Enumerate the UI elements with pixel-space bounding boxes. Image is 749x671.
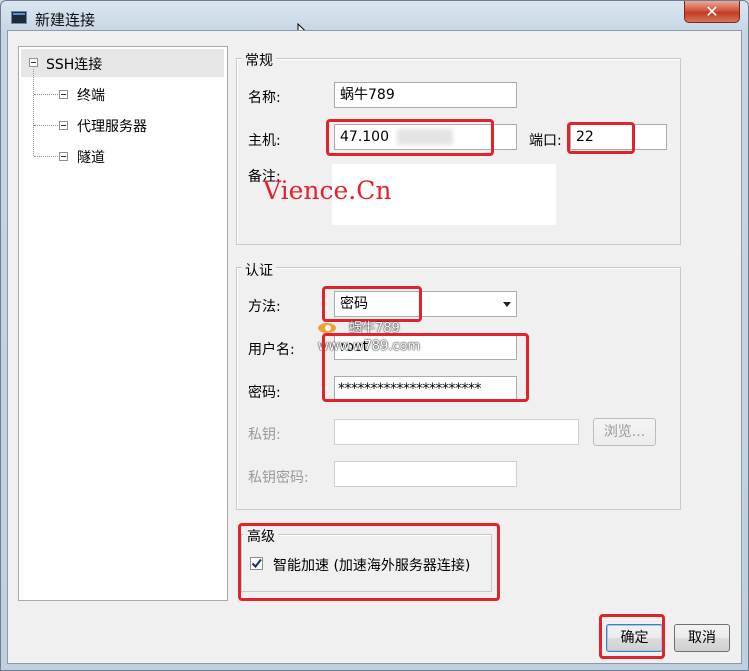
port-label: 端口: [529, 133, 562, 149]
password-label: 密码: [248, 385, 281, 401]
cancel-button[interactable]: 取消 [674, 624, 730, 652]
collapse-icon[interactable] [59, 90, 68, 99]
name-input[interactable]: 蜗牛789 [334, 82, 517, 108]
host-label: 主机: [248, 133, 281, 149]
tree-item-ssh[interactable]: SSH连接 [46, 54, 102, 74]
key-password-label: 私钥密码: [248, 470, 309, 486]
window-title: 新建连接 [35, 11, 96, 29]
host-highlight [326, 119, 494, 156]
private-key-label: 私钥: [248, 427, 281, 443]
general-group-title: 常规 [242, 50, 276, 70]
advanced-highlight [238, 523, 500, 601]
tree-connector [34, 94, 58, 95]
auth-group-title: 认证 [242, 260, 276, 280]
watermark-text: Vience.Cn [263, 176, 392, 205]
username-label: 用户名: [248, 342, 295, 358]
port-highlight [567, 122, 635, 154]
ok-highlight [599, 614, 665, 659]
settings-tree: SSH连接 终端 代理服务器 隧道 [18, 46, 228, 601]
terminal-app-icon [11, 11, 27, 24]
tree-connector [34, 125, 58, 126]
name-label: 名称: [248, 90, 281, 106]
browse-button[interactable]: 浏览... [593, 418, 656, 446]
tree-connector [33, 69, 34, 156]
tree-item-terminal[interactable]: 终端 [77, 85, 105, 105]
collapse-icon[interactable] [59, 121, 68, 130]
private-key-input[interactable] [334, 419, 579, 445]
tree-item-tunnel[interactable]: 隧道 [77, 147, 105, 167]
key-password-input[interactable] [334, 461, 517, 487]
method-label: 方法: [248, 299, 281, 315]
tree-connector [34, 156, 58, 157]
chevron-down-icon [503, 302, 511, 307]
collapse-icon[interactable] [29, 58, 38, 67]
tree-item-proxy[interactable]: 代理服务器 [77, 116, 147, 136]
close-button[interactable]: ✕ [684, 1, 740, 23]
collapse-icon[interactable] [59, 152, 68, 161]
credentials-highlight [322, 333, 529, 402]
dialog-client-area: SSH连接 终端 代理服务器 隧道 常规 名称: 蜗牛789 主机: 47.10… [7, 30, 742, 664]
